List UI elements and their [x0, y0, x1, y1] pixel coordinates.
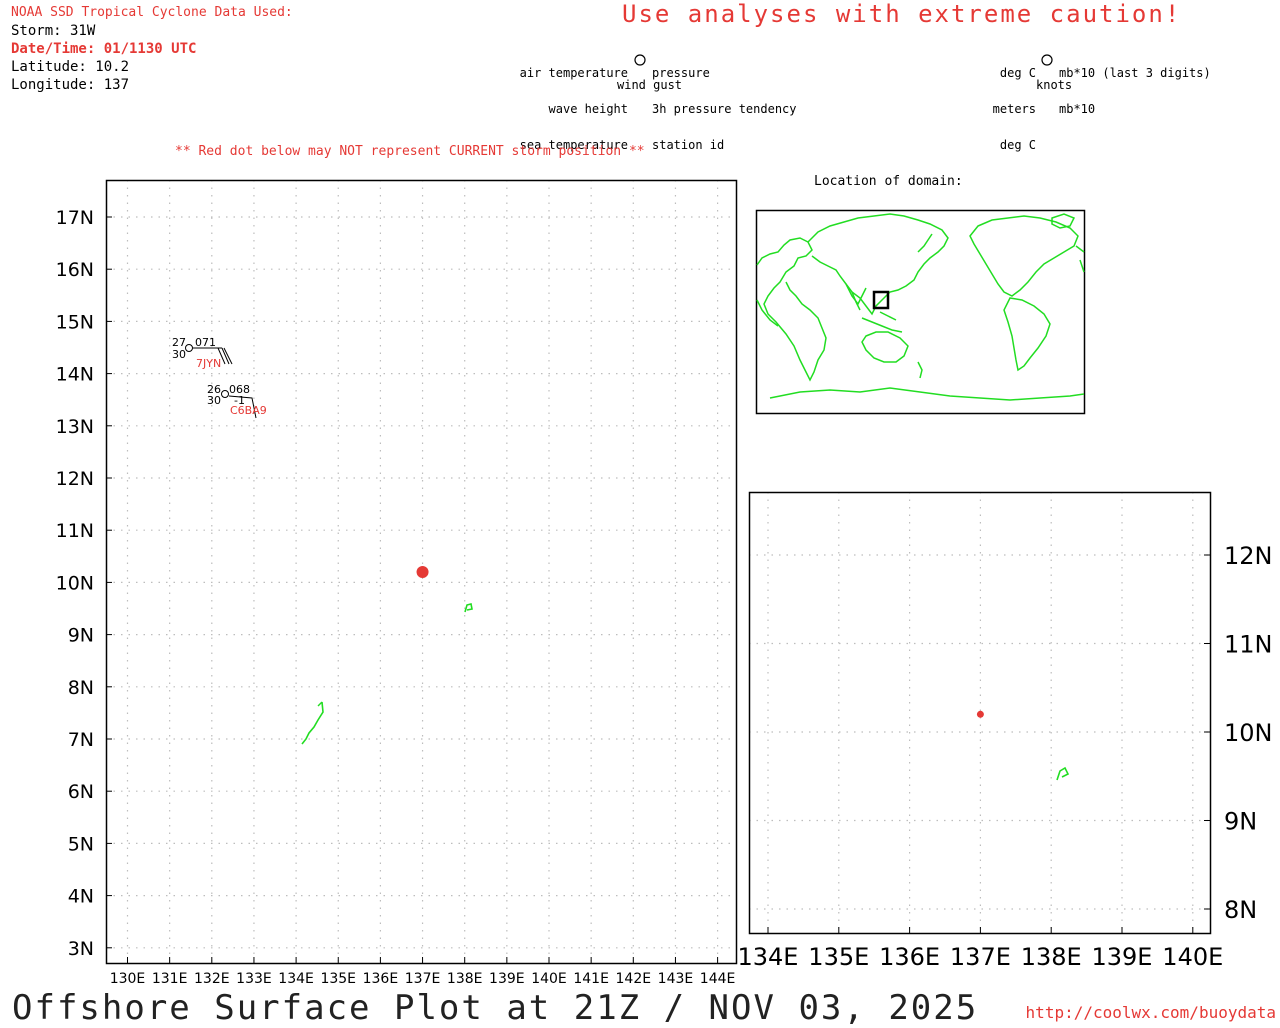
main-lat-label: 15N	[56, 311, 94, 333]
station-7JYN-id: 7JYN	[196, 357, 221, 370]
zoom-lon-label: 140E	[1162, 943, 1223, 971]
locator-map[interactable]	[755, 209, 1086, 415]
main-map-lon-labels: 130E 131E 132E 133E 134E 135E 136E 137E 138E 139E…	[110, 971, 736, 987]
zoom-lat-label: 10N	[1224, 719, 1273, 747]
main-lat-label: 13N	[56, 416, 94, 438]
zoom-map[interactable]: 12N 11N 10N 9N 8N 134E 135E 136E 137E 138E 139E 14…	[738, 491, 1273, 971]
main-lat-label: 10N	[56, 572, 94, 594]
main-lon-label: 144E	[700, 971, 736, 987]
main-lat-label: 5N	[68, 833, 94, 855]
main-lat-label: 14N	[56, 364, 94, 386]
main-lat-label: 3N	[68, 938, 94, 960]
station-C6BA9-circle-icon	[221, 390, 229, 398]
station-C6BA9-id: C6BA9	[230, 404, 267, 417]
storm-position-dot[interactable]	[416, 565, 429, 578]
station-C6BA9-sea-temp: 30	[207, 394, 221, 407]
zoom-storm-position-dot[interactable]	[976, 710, 984, 718]
zoom-lon-label: 139E	[1092, 943, 1153, 971]
main-lat-label: 8N	[68, 677, 94, 699]
main-lon-label: 131E	[152, 971, 188, 987]
zoom-yap-island-shape	[1056, 766, 1070, 781]
main-lon-label: 135E	[320, 971, 356, 987]
zoom-lat-label: 8N	[1224, 896, 1257, 924]
main-lat-label: 12N	[56, 468, 94, 490]
zoom-lon-label: 135E	[808, 943, 869, 971]
zoom-lon-label: 136E	[879, 943, 940, 971]
main-lat-label: 11N	[56, 520, 94, 542]
main-lon-label: 138E	[447, 971, 483, 987]
map-canvas: 17N 16N 15N 14N 13N 12N 11N 10N 9N 8N 7N 6N 5N 4N 3N 1…	[56, 54, 1273, 987]
zoom-lat-label: 12N	[1224, 542, 1273, 570]
station-7JYN[interactable]: 27 30 071 7JYN	[172, 336, 233, 370]
source-url-link[interactable]: http://coolwx.com/buoydata	[1026, 1003, 1276, 1022]
main-lon-label: 132E	[194, 971, 230, 987]
main-lon-label: 140E	[531, 971, 567, 987]
zoom-map-lat-labels: 12N 11N 10N 9N 8N	[1224, 542, 1273, 924]
main-lon-label: 139E	[489, 971, 525, 987]
zoom-lon-label: 134E	[738, 943, 799, 971]
zoom-lat-label: 11N	[1224, 631, 1273, 659]
station-7JYN-pressure: 071	[195, 336, 216, 349]
main-lon-label: 143E	[658, 971, 694, 987]
zoom-lon-label: 138E	[1021, 943, 1082, 971]
yap-island-shape	[464, 603, 473, 613]
station-C6BA9[interactable]: 26 30 068 -1 C6BA9	[207, 383, 267, 419]
main-lat-label: 4N	[68, 886, 94, 908]
legend-station-circle-icon	[634, 54, 646, 66]
main-map-lat-labels: 17N 16N 15N 14N 13N 12N 11N 10N 9N 8N 7N 6N 5N 4N 3N	[56, 207, 94, 960]
units-station-circle-icon	[1041, 54, 1053, 66]
main-lon-label: 133E	[236, 971, 272, 987]
main-lat-label: 17N	[56, 207, 94, 229]
palau-island-shape	[301, 701, 324, 745]
main-lon-label: 130E	[110, 971, 146, 987]
main-map[interactable]: 17N 16N 15N 14N 13N 12N 11N 10N 9N 8N 7N 6N 5N 4N 3N 1…	[56, 179, 738, 987]
main-lat-label: 9N	[68, 625, 94, 647]
main-lat-label: 6N	[68, 781, 94, 803]
station-7JYN-circle-icon	[185, 344, 193, 352]
main-lat-label: 16N	[56, 259, 94, 281]
station-7JYN-sea-temp: 30	[172, 348, 186, 361]
main-lon-label: 137E	[405, 971, 441, 987]
plot-title: Offshore Surface Plot at 21Z / NOV 03, 2…	[12, 988, 979, 1028]
zoom-lon-label: 137E	[950, 943, 1011, 971]
main-lon-label: 134E	[278, 971, 314, 987]
main-lat-label: 7N	[68, 729, 94, 751]
zoom-lat-label: 9N	[1224, 808, 1257, 836]
zoom-map-lon-labels: 134E 135E 136E 137E 138E 139E 140E	[738, 943, 1224, 971]
main-lon-label: 141E	[573, 971, 609, 987]
main-lon-label: 136E	[363, 971, 399, 987]
main-lon-label: 142E	[616, 971, 652, 987]
